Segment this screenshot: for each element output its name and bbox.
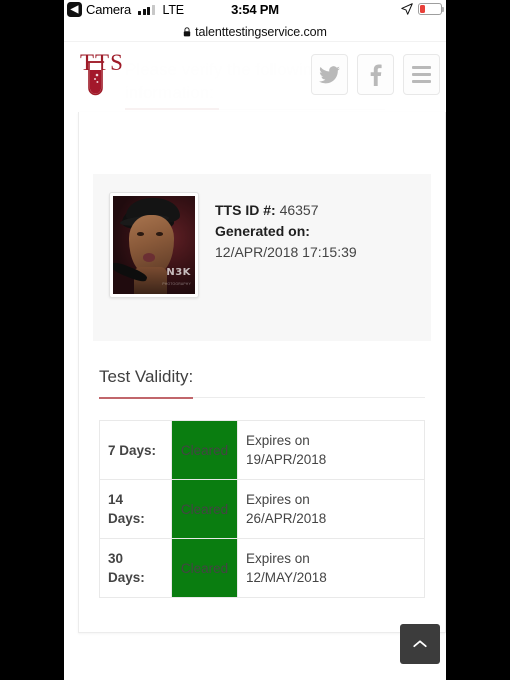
phone-viewport: ◀ Camera LTE 3:54 PM talenttestingservic… bbox=[64, 0, 446, 680]
menu-button[interactable] bbox=[403, 54, 440, 95]
facebook-button[interactable] bbox=[357, 54, 394, 95]
clock-label: 3:54 PM bbox=[231, 2, 279, 17]
expires-label: Expires on bbox=[246, 433, 310, 448]
chevron-up-icon bbox=[413, 640, 427, 648]
expires-label: Expires on bbox=[246, 551, 310, 566]
web-page: Please verify the following information:… bbox=[64, 42, 446, 680]
user-photo: N3K PHOTOGRAPHY bbox=[113, 196, 195, 294]
url-text: talenttestingservice.com bbox=[195, 24, 327, 39]
test-tube-icon bbox=[86, 61, 105, 96]
browser-url-bar[interactable]: talenttestingservice.com bbox=[64, 22, 446, 41]
screenshot-root: ◀ Camera LTE 3:54 PM talenttestingservic… bbox=[0, 0, 510, 680]
id-fields: TTS ID #: 46357 Generated on: 12/APR/201… bbox=[215, 192, 357, 263]
expires-label: Expires on bbox=[246, 492, 310, 507]
photo-mouth bbox=[142, 252, 155, 262]
validity-period-cell: 30 Days: bbox=[99, 538, 172, 598]
photo-watermark-sub: PHOTOGRAPHY bbox=[162, 282, 191, 287]
expiry-cell: Expires on 26/APR/2018 bbox=[237, 479, 425, 539]
tts-id-row: TTS ID #: 46357 bbox=[215, 200, 357, 221]
battery-icon bbox=[418, 3, 444, 15]
tts-logo[interactable]: TTS bbox=[78, 48, 142, 106]
facebook-icon bbox=[370, 64, 382, 86]
header-icon-group bbox=[311, 54, 440, 95]
expires-date: 12/MAY/2018 bbox=[246, 570, 327, 585]
ios-status-bar: ◀ Camera LTE 3:54 PM bbox=[64, 0, 446, 22]
lock-icon bbox=[183, 26, 191, 36]
status-badge: Cleared bbox=[171, 538, 238, 598]
test-validity-section: Test Validity: 7 Days: Cleared Expires on 1… bbox=[99, 367, 425, 598]
expiry-cell: Expires on 19/APR/2018 bbox=[237, 420, 425, 480]
photo-watermark: N3K bbox=[166, 267, 191, 279]
validity-period-cell: 7 Days: bbox=[99, 420, 172, 480]
expires-date: 19/APR/2018 bbox=[246, 452, 327, 467]
content-card: N3K PHOTOGRAPHY TTS ID #: 46357 Generate… bbox=[78, 112, 446, 633]
status-badge: Cleared bbox=[171, 479, 238, 539]
tts-id-value: 46357 bbox=[279, 202, 319, 218]
tts-id-label: TTS ID #: bbox=[215, 202, 276, 218]
twitter-icon bbox=[319, 65, 340, 83]
validity-table: 7 Days: Cleared Expires on 19/APR/2018 14 Da… bbox=[99, 420, 425, 598]
scroll-to-top-button[interactable] bbox=[400, 624, 440, 664]
validity-period-cell: 14 Days: bbox=[99, 479, 172, 539]
hamburger-menu-icon bbox=[412, 66, 431, 83]
expiry-cell: Expires on 12/MAY/2018 bbox=[237, 538, 425, 598]
test-validity-title: Test Validity: bbox=[99, 367, 194, 386]
generated-on-value: 12/APR/2018 17:15:39 bbox=[215, 244, 357, 260]
table-row: 7 Days: Cleared Expires on 19/APR/2018 bbox=[99, 420, 425, 480]
test-validity-divider bbox=[99, 397, 425, 399]
location-arrow-icon bbox=[401, 3, 413, 15]
generated-on-row: Generated on: bbox=[215, 221, 357, 242]
twitter-button[interactable] bbox=[311, 54, 348, 95]
generated-on-label: Generated on: bbox=[215, 223, 310, 239]
generated-on-value-row: 12/APR/2018 17:15:39 bbox=[215, 242, 357, 263]
table-row: 30 Days: Cleared Expires on 12/MAY/2018 bbox=[99, 538, 425, 598]
table-row: 14 Days: Cleared Expires on 26/APR/2018 bbox=[99, 479, 425, 539]
user-photo-frame[interactable]: N3K PHOTOGRAPHY bbox=[109, 192, 199, 298]
site-header: TTS bbox=[64, 42, 446, 110]
status-bar-right bbox=[401, 3, 444, 15]
divider-red-accent bbox=[99, 397, 193, 399]
id-panel: N3K PHOTOGRAPHY TTS ID #: 46357 Generate… bbox=[93, 174, 431, 341]
expires-date: 26/APR/2018 bbox=[246, 511, 327, 526]
status-badge: Cleared bbox=[171, 420, 238, 480]
